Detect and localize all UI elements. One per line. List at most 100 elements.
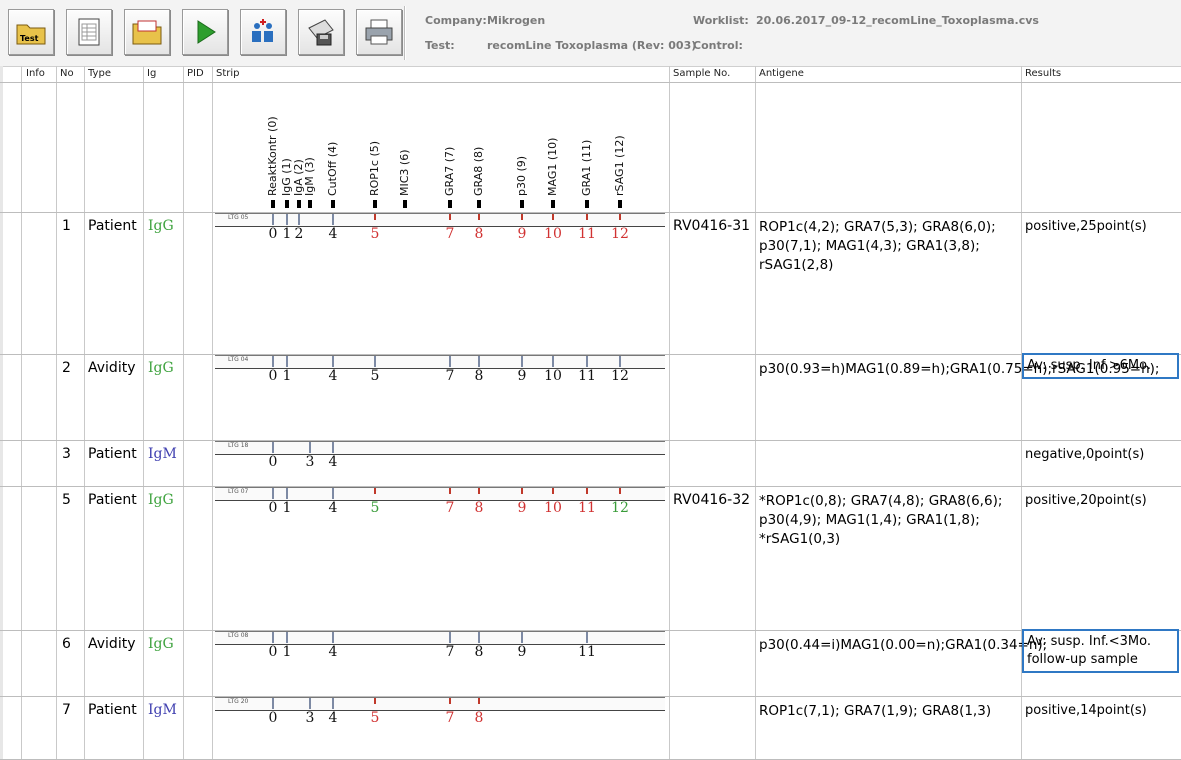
scan-save-button[interactable] xyxy=(298,9,344,55)
test-folder-icon: Test xyxy=(16,24,46,45)
header-antigene[interactable]: Antigene xyxy=(759,68,804,79)
compare-button[interactable] xyxy=(240,9,286,55)
row-number[interactable]: 3 xyxy=(62,446,71,462)
worklist-label: Worklist: xyxy=(693,14,749,27)
row-result[interactable]: Av: susp. Inf.<3Mo. follow-up sample xyxy=(1022,629,1179,673)
row-type[interactable]: Avidity xyxy=(88,360,135,376)
row-ig[interactable]: IgG xyxy=(148,218,174,234)
strip-label: LTG 20 xyxy=(228,698,249,705)
strip-label: LTG 18 xyxy=(228,442,249,449)
row-type[interactable]: Avidity xyxy=(88,636,135,652)
strip-band-number: 1 xyxy=(282,368,292,384)
open-folder-icon xyxy=(132,20,162,45)
strip-band xyxy=(449,632,451,643)
row-ig[interactable]: IgG xyxy=(148,492,174,508)
strip-label: LTG 05 xyxy=(228,214,249,221)
row-type[interactable]: Patient xyxy=(88,492,137,508)
toolbar-separator xyxy=(404,6,406,60)
control-label: Control: xyxy=(693,39,743,52)
strip-band xyxy=(332,632,334,643)
worklist-value: 20.06.2017_09-12_recomLine_Toxoplasma.cv… xyxy=(756,14,1039,27)
strip-band-number: 2 xyxy=(294,226,304,242)
row-number[interactable]: 1 xyxy=(62,218,71,234)
strip-band-number: 3 xyxy=(305,454,315,470)
band-label: IgM (3) xyxy=(303,157,316,196)
band-marker xyxy=(403,200,407,208)
strip-band-number: 7 xyxy=(445,500,455,516)
strip-band-number: 12 xyxy=(611,368,629,384)
open-button[interactable] xyxy=(124,9,170,55)
row-ig[interactable]: IgG xyxy=(148,360,174,376)
strip-bar[interactable] xyxy=(215,355,665,369)
strip-band-number: 4 xyxy=(328,710,338,726)
strip-bar[interactable] xyxy=(215,441,665,455)
header-type[interactable]: Type xyxy=(88,68,111,79)
scan-save-icon xyxy=(308,19,334,46)
row-type[interactable]: Patient xyxy=(88,446,137,462)
strip-bar[interactable] xyxy=(215,631,665,645)
strip-band xyxy=(449,214,451,220)
band-label: MIC3 (6) xyxy=(398,149,411,197)
row-ig[interactable]: IgM xyxy=(148,446,177,462)
strip-band xyxy=(586,356,588,367)
row-antigene[interactable]: ROP1c(7,1); GRA7(1,9); GRA8(1,3) xyxy=(759,702,1021,721)
header-results[interactable]: Results xyxy=(1025,68,1061,79)
strip-bar[interactable] xyxy=(215,487,665,501)
strip-band xyxy=(374,698,376,704)
header-sample[interactable]: Sample No. xyxy=(673,68,730,79)
row-result[interactable]: positive,25point(s) xyxy=(1025,218,1177,236)
band-label: ReaktKontr (0) xyxy=(266,116,279,196)
print-button[interactable] xyxy=(356,9,402,55)
strip-bar[interactable] xyxy=(215,213,665,227)
header-strip[interactable]: Strip xyxy=(216,68,240,79)
strip-band-number: 0 xyxy=(268,710,278,726)
row-antigene[interactable]: p30(0.44=i)MAG1(0.00=n);GRA1(0.34=n); xyxy=(759,636,1047,655)
worksheet-button[interactable] xyxy=(66,9,112,55)
strip-label: LTG 07 xyxy=(228,488,249,495)
strip-band-number: 0 xyxy=(268,368,278,384)
strip-band-number: 5 xyxy=(370,710,380,726)
row-number[interactable]: 6 xyxy=(62,636,71,652)
row-result[interactable]: positive,20point(s) xyxy=(1025,492,1177,510)
row-antigene[interactable]: *ROP1c(0,8); GRA7(4,8); GRA8(6,6); p30(4… xyxy=(759,492,1021,549)
test-label: Test: xyxy=(425,39,455,52)
strip-band-number: 12 xyxy=(611,226,629,242)
svg-text:Test: Test xyxy=(20,34,39,43)
row-ig[interactable]: IgG xyxy=(148,636,174,652)
strip-band-number: 9 xyxy=(517,644,527,660)
row-antigene[interactable]: p30(0.93=h)MAG1(0.89=h);GRA1(0.75=h);rSA… xyxy=(759,360,1159,379)
band-label: p30 (9) xyxy=(515,155,528,196)
band-label: ROP1c (5) xyxy=(368,140,381,196)
header-info[interactable]: Info xyxy=(26,68,45,79)
strip-band-number: 8 xyxy=(474,500,484,516)
row-result[interactable]: Av: susp. Inf.>6Mo. xyxy=(1022,353,1179,379)
row-type[interactable]: Patient xyxy=(88,218,137,234)
strip-band-number: 11 xyxy=(578,644,596,660)
strip-bar[interactable] xyxy=(215,697,665,711)
strip-band-number: 0 xyxy=(268,500,278,516)
company-label: Company: xyxy=(425,14,487,27)
row-sample-no[interactable]: RV0416-31 xyxy=(673,218,750,234)
strip-band xyxy=(272,632,274,643)
row-number[interactable]: 7 xyxy=(62,702,71,718)
header-ig[interactable]: Ig xyxy=(147,68,156,79)
row-number[interactable]: 5 xyxy=(62,492,71,508)
row-number[interactable]: 2 xyxy=(62,360,71,376)
band-marker xyxy=(373,200,377,208)
header-no[interactable]: No xyxy=(60,68,74,79)
row-ig[interactable]: IgM xyxy=(148,702,177,718)
strip-band xyxy=(286,214,288,225)
band-marker xyxy=(331,200,335,208)
row-sample-no[interactable]: RV0416-32 xyxy=(673,492,750,508)
strip-band xyxy=(286,356,288,367)
band-marker xyxy=(285,200,289,208)
strip-band-number: 8 xyxy=(474,226,484,242)
row-type[interactable]: Patient xyxy=(88,702,137,718)
run-button[interactable] xyxy=(182,9,228,55)
header-pid[interactable]: PID xyxy=(187,68,204,79)
row-antigene[interactable]: ROP1c(4,2); GRA7(5,3); GRA8(6,0); p30(7,… xyxy=(759,218,1021,275)
test-button[interactable]: Test xyxy=(8,9,54,55)
row-result[interactable]: positive,14point(s) xyxy=(1025,702,1177,720)
row-result[interactable]: negative,0point(s) xyxy=(1025,446,1177,464)
strip-band-number: 8 xyxy=(474,710,484,726)
